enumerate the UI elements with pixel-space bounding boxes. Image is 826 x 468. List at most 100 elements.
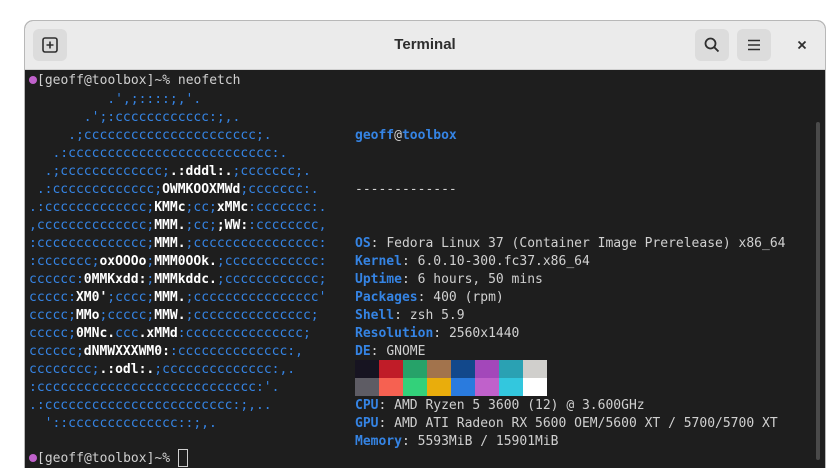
info-separator: : [401, 434, 418, 449]
info-value: zsh 5.9 [409, 308, 465, 323]
palette-swatch [379, 360, 403, 378]
logo-segment: ;cccccccccccc: [216, 254, 327, 269]
info-underline: ------------- [355, 182, 457, 197]
info-separator: : [433, 326, 449, 341]
logo-segment: ;cc; [185, 218, 217, 233]
logo-segment: cccccc: [29, 272, 84, 287]
logo-segment: cccccc; [29, 344, 84, 359]
info-separator: : [401, 272, 418, 287]
info-row: Kernel: 6.0.10-300.fc37.x86_64 [355, 253, 785, 271]
logo-segment: .';:cccccccccccc:;,. [29, 110, 241, 125]
logo-segment: .',;::::;,'. [29, 92, 202, 107]
palette-swatch [523, 378, 547, 396]
search-button[interactable] [695, 29, 729, 61]
info-value: AMD ATI Radeon RX 5600 OEM/5600 XT / 570… [394, 416, 778, 431]
logo-segment: xMMc [216, 200, 249, 215]
logo-line: cccccc;dNMWXXXWM0::cccccccccccccc:, [29, 343, 326, 361]
logo-segment: MMW. [154, 308, 186, 323]
close-button[interactable] [785, 29, 819, 61]
logo-segment: ;ccccccccccccccc; [185, 308, 319, 323]
logo-segment: .:ccccccccccccc; [29, 200, 155, 215]
logo-segment: MMM. [154, 218, 186, 233]
info-separator: : [378, 416, 395, 431]
info-value: GNOME [386, 344, 426, 359]
info-value: 6 hours, 50 mins [417, 272, 543, 287]
info-row: Packages: 400 (rpm) [355, 289, 785, 307]
search-icon [704, 37, 720, 53]
logo-segment: oxOOOo [99, 254, 147, 269]
menu-button[interactable] [737, 29, 771, 61]
fedora-ascii-logo: .',;::::;,'. .';:cccccccccccc:;,. .;cccc… [29, 91, 326, 433]
logo-line: ,cccccccccccccc;MMM.;cc;;WW::cccccccc, [29, 217, 326, 235]
new-tab-icon [42, 37, 58, 53]
palette-swatch [499, 360, 523, 378]
palette-swatch [355, 360, 379, 378]
logo-segment: .:odl:. [99, 362, 155, 377]
logo-segment: ccc [115, 326, 139, 341]
logo-segment: .:cccccccccccccccccccccccccc:. [29, 146, 288, 161]
logo-segment: OWMKOOXMWd [162, 182, 241, 197]
logo-segment: :cccccccc, [248, 218, 327, 233]
logo-segment: MMM. [154, 290, 186, 305]
logo-segment: ccccc; [29, 326, 76, 341]
palette-swatch [427, 378, 451, 396]
info-separator: : [394, 308, 410, 323]
palette-swatch [475, 360, 499, 378]
prompt-indicator-icon [29, 75, 37, 84]
logo-segment: ;WW: [216, 218, 249, 233]
user-name: geoff [355, 128, 395, 143]
info-row: DE: GNOME [355, 343, 785, 361]
command-text: neofetch [177, 73, 241, 88]
info-key: GPU [355, 416, 379, 431]
palette-swatch [355, 378, 379, 396]
palette-swatch [403, 360, 427, 378]
info-value: Fedora Linux 37 (Container Image Prerele… [386, 236, 786, 251]
palette-swatch [523, 360, 547, 378]
palette-swatch [475, 378, 499, 396]
prompt-text: [geoff@toolbox]~% [37, 451, 178, 466]
logo-line: :cccccccccccccc;MMM.;cccccccccccccccc: [29, 235, 326, 253]
prompt-line-2: [geoff@toolbox]~% [29, 448, 188, 468]
palette-row-normal [355, 360, 547, 378]
logo-segment: cccccccc; [29, 362, 100, 377]
info-row: CPU: AMD Ryzen 5 3600 (12) @ 3.600GHz [355, 397, 785, 415]
terminal-window: Terminal [geoff@toolbox]~% neofetch .',;… [25, 21, 825, 468]
hamburger-menu-icon [748, 39, 760, 51]
logo-segment: ;cccccccccccccccc' [185, 290, 327, 305]
logo-segment: 0MNc. [75, 326, 116, 341]
close-icon [797, 40, 807, 50]
logo-line: ccccc;0MNc.ccc.xMMd:ccccccccccccccc; [29, 325, 326, 343]
logo-segment: :ccccccc; [29, 254, 100, 269]
color-palette [355, 360, 547, 396]
logo-line: ccccc;MMo;ccccc;MMW.;ccccccccccccccc; [29, 307, 326, 325]
logo-line: .:cccccccccccccccccccccccccc:. [29, 145, 326, 163]
logo-segment: :cccccccccccccc; [29, 236, 155, 251]
logo-line: .:cccccccccccccccccccccccc:;,.. [29, 397, 326, 415]
logo-line: .:ccccccccccccc;OWMKOOXMWd;ccccccc:. [29, 181, 326, 199]
logo-segment: MMM0OOk. [154, 254, 217, 269]
logo-segment: MMM. [154, 236, 186, 251]
prompt-line-1: [geoff@toolbox]~% neofetch [29, 72, 241, 90]
logo-line: .',;::::;,'. [29, 91, 326, 109]
prompt-text: [geoff@toolbox]~% [37, 73, 178, 88]
info-key: Uptime [355, 272, 402, 287]
info-key: OS [355, 236, 371, 251]
info-separator: : [401, 254, 418, 269]
host-name: toolbox [401, 128, 457, 143]
info-value: 2560x1440 [448, 326, 520, 341]
palette-swatch [499, 378, 523, 396]
info-row: Uptime: 6 hours, 50 mins [355, 271, 785, 289]
terminal-output[interactable]: [geoff@toolbox]~% neofetch .',;::::;,'. … [25, 70, 825, 468]
info-separator: : [378, 398, 395, 413]
info-row: GPU: AMD ATI Radeon RX 5600 OEM/5600 XT … [355, 415, 785, 433]
palette-swatch [451, 360, 475, 378]
logo-segment: :cccccccccccccccccccccccccccc:'. [29, 380, 280, 395]
new-tab-button[interactable] [33, 29, 67, 61]
scrollbar[interactable] [816, 122, 820, 460]
logo-segment: ccccc; [29, 308, 76, 323]
logo-segment: .xMMd [138, 326, 178, 341]
logo-line: cccccccc;.:odl:.;cccccccccccccc:,. [29, 361, 326, 379]
logo-line: :ccccccc;oxOOOo;MMM0OOk.;cccccccccccc: [29, 253, 326, 271]
logo-segment: KMMc [154, 200, 186, 215]
info-key: Packages [355, 290, 418, 305]
